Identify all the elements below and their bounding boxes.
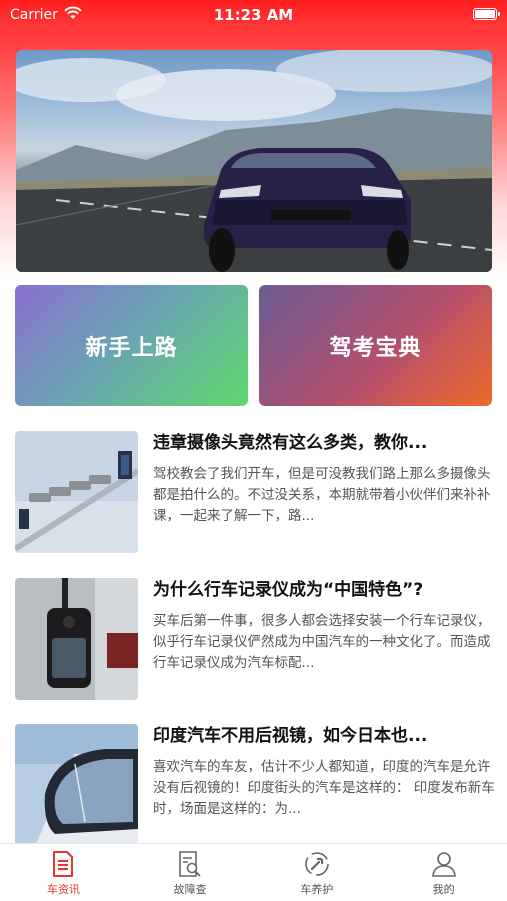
user-icon xyxy=(431,852,456,877)
status-bar: Carrier 11:23 AM xyxy=(0,0,507,30)
article-description: 买车后第一件事，很多人都会选择安装一个行车记录仪，似乎行车记录仪俨然成为中国汽车… xyxy=(153,613,491,671)
status-time: 11:23 AM xyxy=(213,6,294,24)
document-icon xyxy=(53,851,74,877)
tab-mine-label: 我的 xyxy=(432,883,455,896)
beginner-driving-card[interactable]: 新手上路 xyxy=(15,285,248,406)
exam-guide-label: 驾考宝典 xyxy=(329,335,422,361)
side-mirror-thumbnail xyxy=(15,724,138,846)
tab-car-maintenance-label: 车养护 xyxy=(300,883,334,896)
dashcam-thumbnail xyxy=(15,578,138,700)
battery-icon xyxy=(473,8,500,20)
traffic-camera-thumbnail xyxy=(15,431,138,553)
tab-fault-check-label: 故障查 xyxy=(173,883,207,896)
article-item[interactable]: 为什么行车记录仪成为“中国特色”? 买车后第一件事，很多人都会选择安装一个行车记… xyxy=(15,578,495,702)
tab-car-maintenance[interactable]: 车养护 xyxy=(254,844,381,901)
banner-image[interactable] xyxy=(16,50,492,272)
article-item[interactable]: 印度汽车不用后视镜，如今日本也... 喜欢汽车的车友，估计不少人都知道，印度的汽… xyxy=(15,724,495,848)
article-description: 喜欢汽车的车友，估计不少人都知道，印度的汽车是允许没有后视镜的！印度街头的汽车是… xyxy=(153,759,495,817)
tab-fault-check[interactable]: 故障查 xyxy=(127,844,254,901)
exam-guide-card[interactable]: 驾考宝典 xyxy=(259,285,492,406)
article-item[interactable]: 违章摄像头竟然有这么多类，教你... 驾校教会了我们开车，但是可没教我们路上那么… xyxy=(15,431,495,555)
article-description: 驾校教会了我们开车，但是可没教我们路上那么多摄像头都是拍什么的。不过没关系，本期… xyxy=(153,466,491,524)
tab-car-news[interactable]: 车资讯 xyxy=(0,844,127,901)
beginner-driving-label: 新手上路 xyxy=(85,335,178,361)
search-document-icon xyxy=(179,851,201,877)
tab-car-news-label: 车资讯 xyxy=(46,883,80,896)
tab-mine[interactable]: 我的 xyxy=(380,844,507,901)
tab-bar: 车资讯 故障查 车养护 我的 xyxy=(0,843,507,901)
article-title: 违章摄像头竟然有这么多类，教你... xyxy=(153,433,428,453)
wrench-icon xyxy=(305,852,329,876)
article-title: 印度汽车不用后视镜，如今日本也... xyxy=(153,726,428,746)
article-title: 为什么行车记录仪成为“中国特色”? xyxy=(153,580,424,600)
